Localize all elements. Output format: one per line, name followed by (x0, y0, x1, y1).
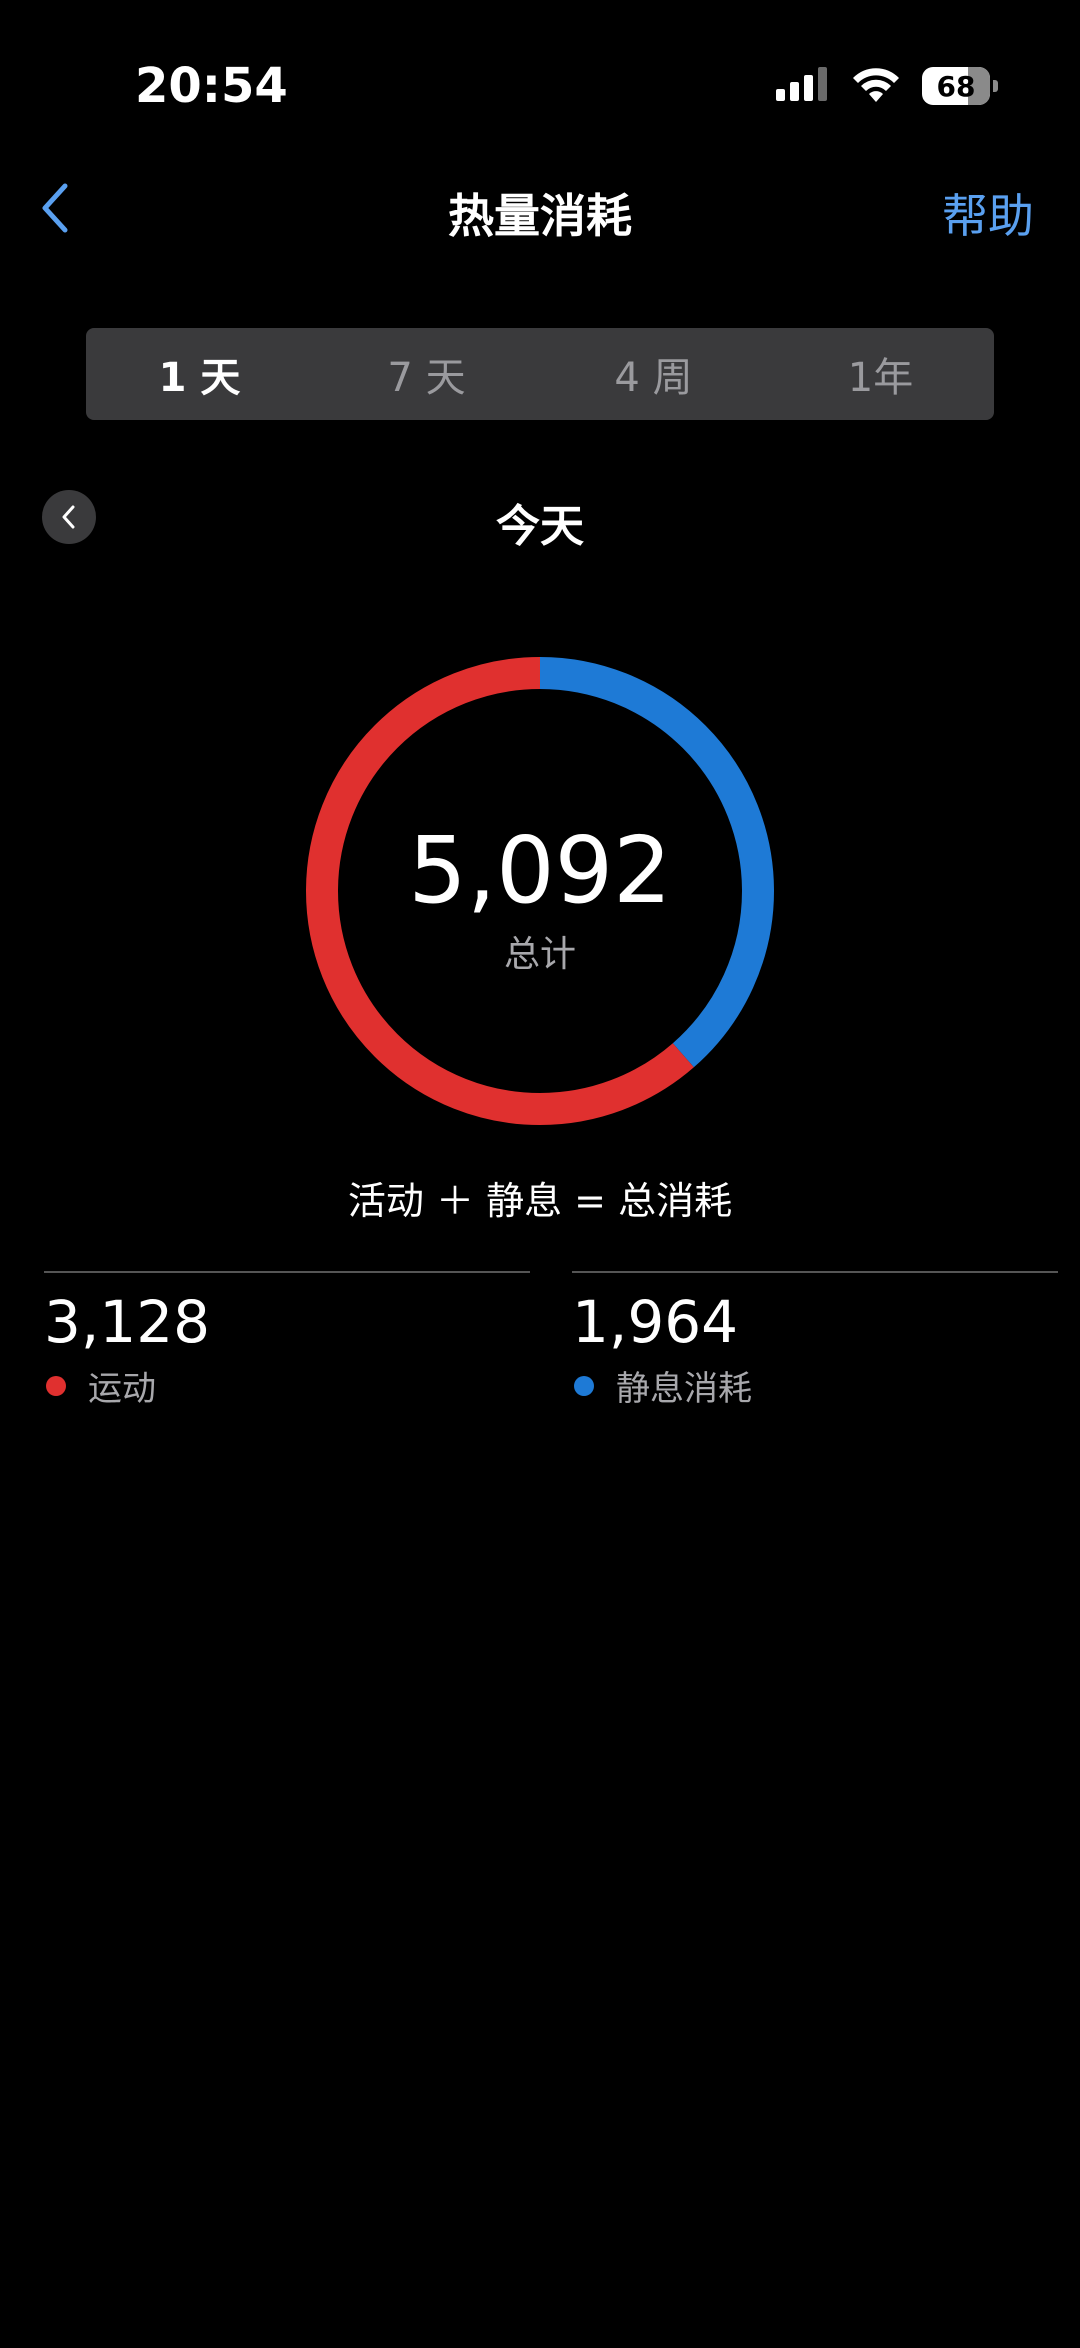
total-calories: 5,092 (408, 817, 672, 924)
resting-calories-value: 1,964 (572, 1288, 739, 1356)
resting-legend-dot (574, 1375, 594, 1396)
signal-icon (776, 67, 830, 105)
segment-1-year[interactable]: 1年 (767, 328, 994, 420)
active-calories-stat: 3,128 运动 (44, 1271, 530, 1410)
battery-icon: 68 (922, 67, 998, 105)
help-button[interactable]: 帮助 (942, 180, 1034, 246)
active-calories-value: 3,128 (44, 1288, 211, 1356)
status-time: 20:54 (135, 58, 288, 114)
status-icons: 68 (776, 64, 998, 108)
date-title: 今天 (496, 501, 584, 552)
page-title: 热量消耗 (448, 189, 632, 243)
total-label: 总计 (503, 934, 576, 975)
calorie-ring-chart: 5,092 总计 (306, 657, 774, 1125)
battery-level: 68 (936, 69, 976, 103)
segment-4-weeks[interactable]: 4 周 (540, 328, 767, 420)
wifi-icon (852, 66, 900, 106)
resting-calories-stat: 1,964 静息消耗 (572, 1271, 1058, 1410)
segment-7-days[interactable]: 7 天 (313, 328, 540, 420)
period-segmented-control: 1 天 7 天 4 周 1年 (86, 328, 994, 420)
segment-1-day[interactable]: 1 天 (86, 328, 313, 420)
equation-text: 活动 ＋ 静息 = 总消耗 (347, 1179, 733, 1223)
resting-calories-label: 静息消耗 (616, 1369, 752, 1409)
active-legend-dot (46, 1375, 66, 1396)
active-calories-label: 运动 (88, 1369, 156, 1409)
calories-screen: 20:54 68 热量消耗 帮助 1 天 7 天 4 周 1年 今天 5,092… (0, 0, 1080, 2348)
